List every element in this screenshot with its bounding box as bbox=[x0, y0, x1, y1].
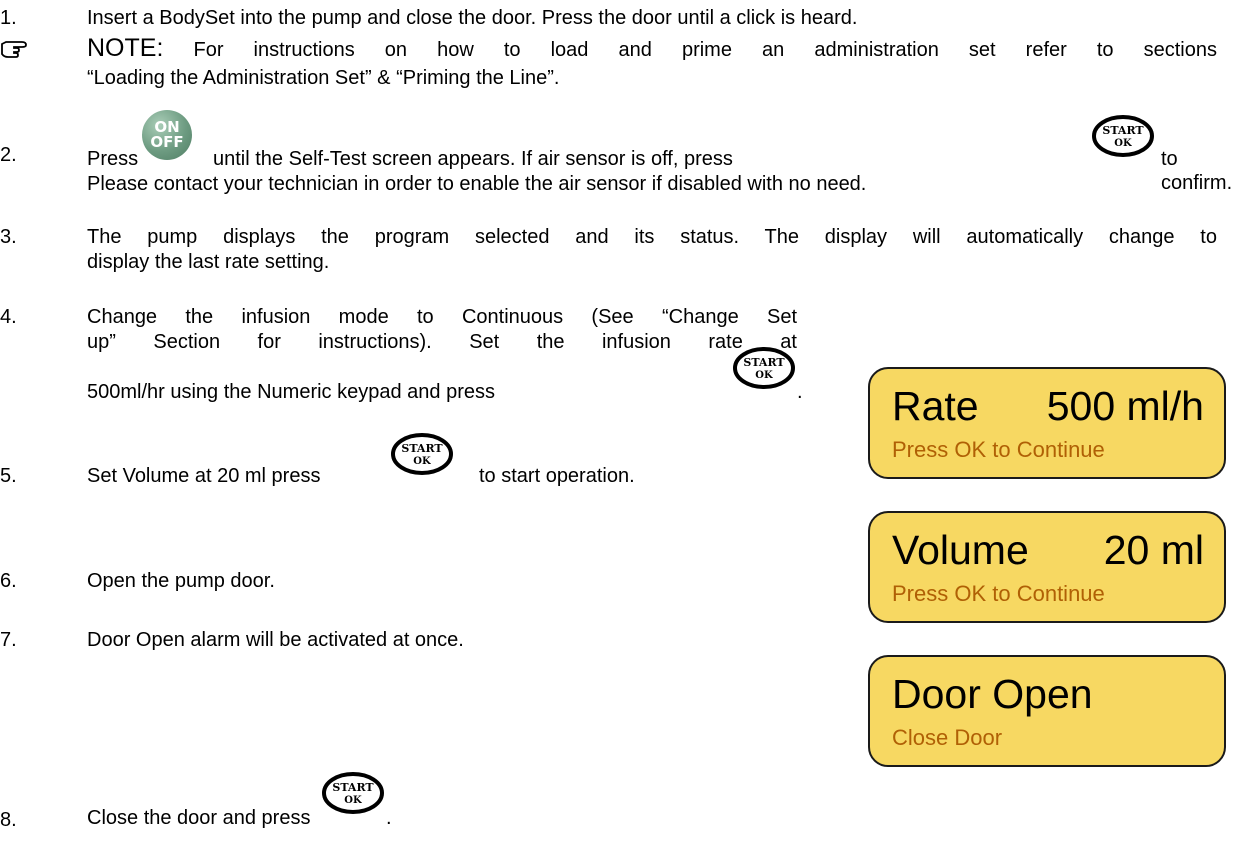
button-label: START bbox=[1102, 124, 1144, 137]
step-number: 7. bbox=[0, 629, 17, 651]
note-line-1: NOTE: For instructions on how to load an… bbox=[87, 36, 1217, 62]
lcd-value: 500 ml/h bbox=[1046, 383, 1204, 429]
button-label: OK bbox=[755, 370, 773, 381]
pointing-hand-icon bbox=[1, 41, 27, 58]
step-number: 8. bbox=[0, 809, 17, 831]
step-number: 3. bbox=[0, 226, 17, 248]
step-text: Insert a BodySet into the pump and close… bbox=[87, 7, 858, 29]
step-number: 6. bbox=[0, 570, 17, 592]
step-text: until the Self-Test screen appears. If a… bbox=[213, 148, 733, 170]
step-text: . bbox=[797, 381, 803, 403]
lcd-screen-door-open: Door Open Close Door bbox=[868, 655, 1226, 767]
button-label: START bbox=[401, 442, 443, 455]
lcd-message: Press OK to Continue bbox=[892, 437, 1105, 462]
button-label: OK bbox=[1114, 138, 1132, 149]
step-text: . bbox=[386, 807, 392, 829]
start-ok-button-icon: START OK bbox=[391, 432, 453, 476]
start-ok-button-icon: START OK bbox=[733, 346, 795, 390]
lcd-label: Rate bbox=[892, 383, 979, 429]
note-line-2: “Loading the Administration Set” & “Prim… bbox=[87, 67, 560, 89]
step-text: Door Open alarm will be activated at onc… bbox=[87, 629, 464, 651]
lcd-main-row: Door Open bbox=[892, 671, 1204, 717]
step-text: Change the infusion mode to Continuous (… bbox=[87, 306, 797, 328]
step-number: 5. bbox=[0, 465, 17, 487]
button-label: OK bbox=[344, 795, 362, 806]
step-number: 4. bbox=[0, 306, 17, 328]
step-number: 1. bbox=[0, 7, 17, 29]
lcd-label: Door Open bbox=[892, 671, 1093, 717]
note-text: For instructions on how to load and prim… bbox=[193, 39, 1217, 61]
lcd-message: Close Door bbox=[892, 725, 1003, 750]
step-text: Set Volume at 20 ml press bbox=[87, 465, 321, 487]
lcd-message: Press OK to Continue bbox=[892, 581, 1105, 606]
lcd-main-row: Volume 20 ml bbox=[892, 527, 1204, 573]
step-text: up” Section for instructions). Set the i… bbox=[87, 331, 797, 353]
lcd-value: 20 ml bbox=[1103, 527, 1204, 573]
button-label: OK bbox=[413, 456, 431, 467]
on-off-button-icon: ON OFF bbox=[142, 110, 192, 160]
step-text: 500ml/hr using the Numeric keypad and pr… bbox=[87, 381, 495, 403]
step-text: The pump displays the program selected a… bbox=[87, 226, 1217, 248]
step-text: Open the pump door. bbox=[87, 570, 275, 592]
step-text: Please contact your technician in order … bbox=[87, 173, 867, 195]
lcd-label: Volume bbox=[892, 527, 1029, 573]
lcd-screen-rate: Rate 500 ml/h Press OK to Continue bbox=[868, 367, 1226, 479]
step-number: 2. bbox=[0, 144, 17, 166]
start-ok-button-icon: START OK bbox=[322, 771, 384, 815]
button-label: START bbox=[332, 781, 374, 794]
step-text: Close the door and press bbox=[87, 807, 311, 829]
lcd-main-row: Rate 500 ml/h bbox=[892, 383, 1204, 429]
button-label: OFF bbox=[150, 133, 184, 151]
step-text: Press bbox=[87, 148, 139, 170]
note-heading: NOTE: bbox=[87, 34, 164, 62]
lcd-screen-volume: Volume 20 ml Press OK to Continue bbox=[868, 511, 1226, 623]
step-text: display the last rate setting. bbox=[87, 251, 330, 273]
button-label: START bbox=[743, 356, 785, 369]
step-text: to start operation. bbox=[479, 465, 635, 487]
start-ok-button-icon: START OK bbox=[1092, 114, 1154, 158]
